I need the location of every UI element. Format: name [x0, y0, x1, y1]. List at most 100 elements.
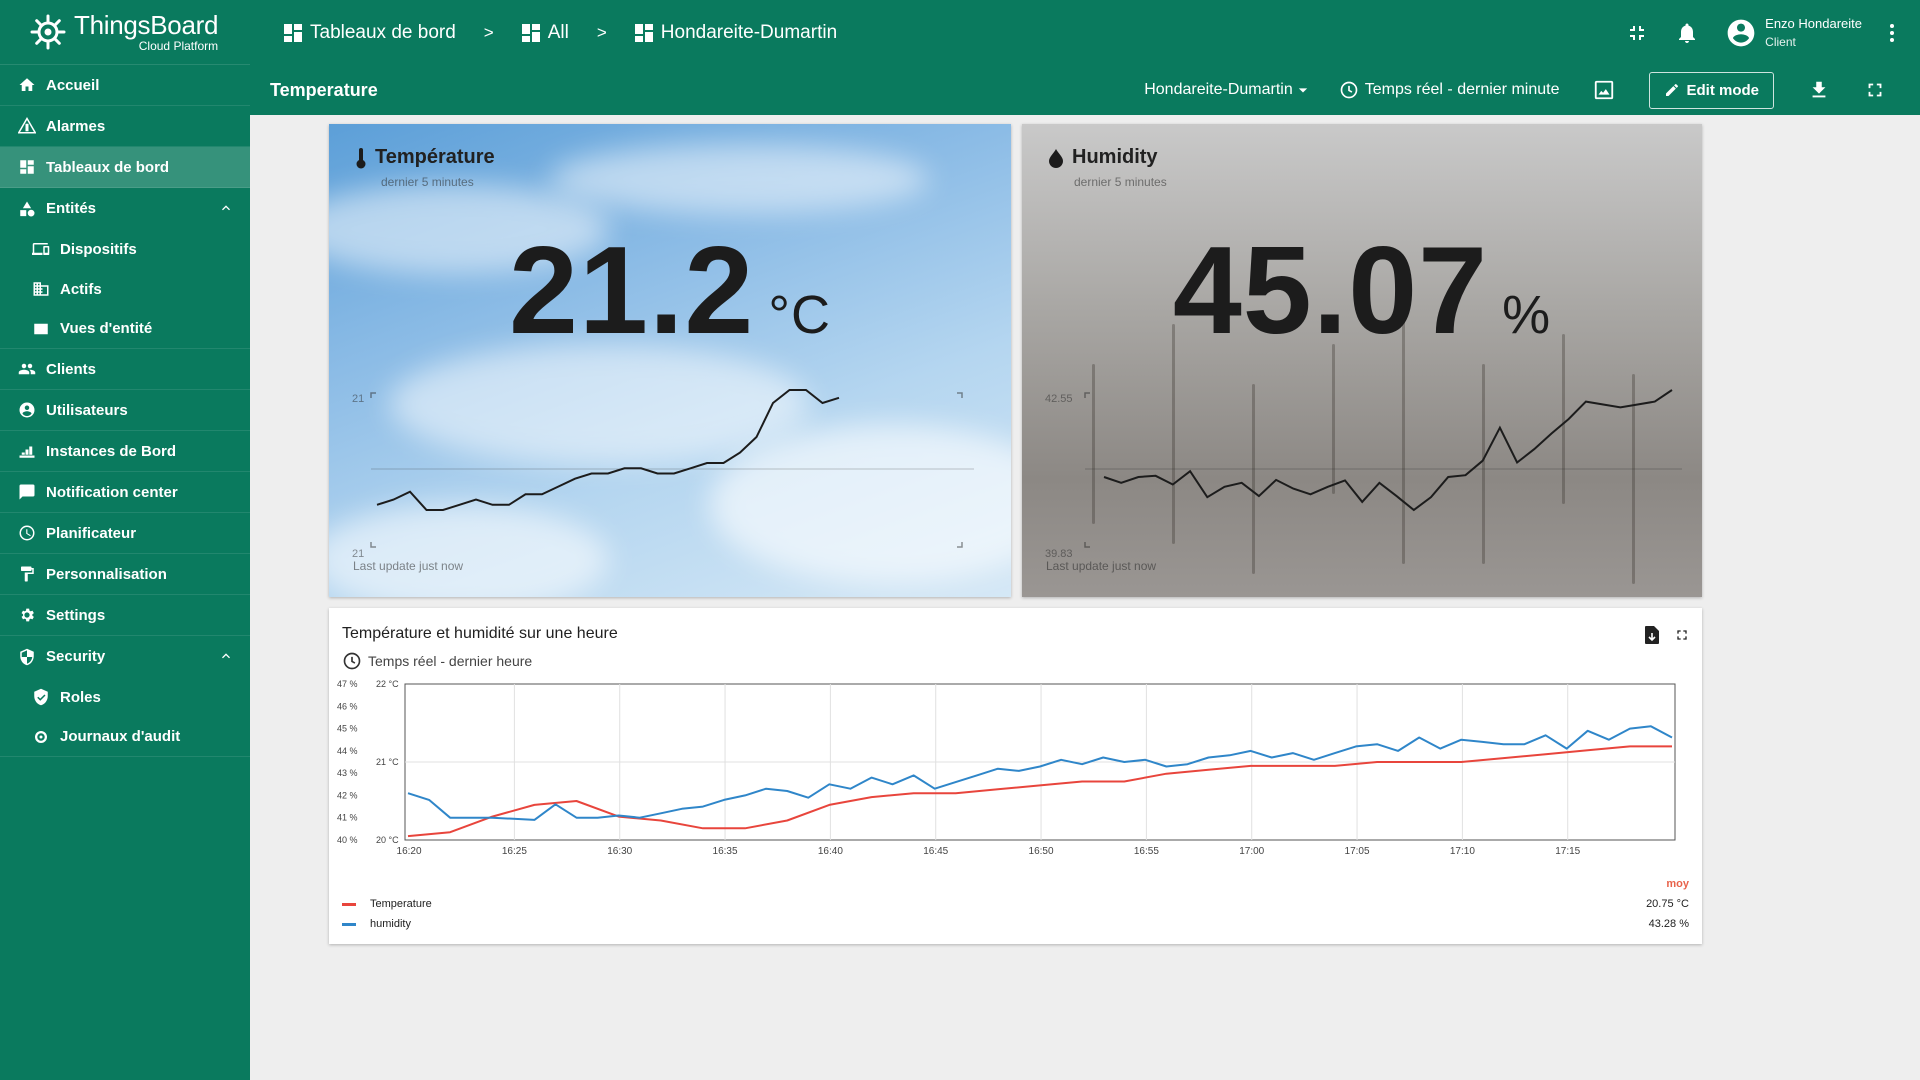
- dashboard-layouts-icon[interactable]: [1593, 79, 1615, 101]
- chart-timewindow: Temps réel - dernier heure: [342, 651, 532, 671]
- sidebar-item-dispositifs[interactable]: Dispositifs: [0, 229, 250, 269]
- top-bar: Tableaux de bord > All > Hondareite-Duma…: [250, 0, 1920, 65]
- humidity-value: 45.07%: [1022, 220, 1702, 362]
- sidebar-item-label: Tableaux de bord: [46, 158, 170, 176]
- user-name: Enzo Hondareite: [1765, 16, 1862, 31]
- breadcrumb-all[interactable]: All: [521, 21, 569, 44]
- sidebar-item-label: Actifs: [60, 280, 102, 298]
- x-tick-label: 16:40: [818, 846, 843, 857]
- sidebar-item-utilisateurs[interactable]: Utilisateurs: [0, 390, 250, 431]
- clients-icon: [18, 363, 36, 375]
- temperature-subtitle: dernier 5 minutes: [381, 175, 474, 189]
- notification-center-icon: [19, 484, 35, 500]
- y-left-tick-label: 40 %: [337, 835, 358, 845]
- x-tick-label: 16:20: [397, 846, 422, 857]
- entities-icon: [20, 201, 35, 216]
- dashboard-icon: [20, 160, 34, 174]
- sidebar-item-alarmes[interactable]: Alarmes: [0, 106, 250, 147]
- temperature-title-text: Température: [375, 146, 495, 168]
- legend-item[interactable]: humidity 43.28 %: [342, 914, 1689, 934]
- temperature-spark-line: [376, 389, 840, 511]
- clock-icon: [1340, 81, 1358, 99]
- y-temp-tick-label: 22 °C: [376, 679, 399, 689]
- sidebar-item-journaux-d-audit[interactable]: Journaux d'audit: [0, 717, 250, 757]
- edit-mode-label: Edit mode: [1686, 81, 1759, 99]
- breadcrumb-separator: >: [596, 22, 607, 42]
- y-left-tick-label: 42 %: [337, 790, 358, 800]
- sidebar-item-label: Roles: [60, 688, 101, 706]
- notifications-bell-icon[interactable]: [1675, 21, 1699, 45]
- sidebar-item-label: Accueil: [46, 76, 100, 94]
- dashboard-icon: [521, 23, 540, 42]
- humidity-sparkline: 42.55 39.83: [1045, 389, 1682, 560]
- sidebar-item-instances-de-bord[interactable]: Instances de Bord: [0, 431, 250, 472]
- breadcrumb-current-dashboard[interactable]: Hondareite-Dumartin: [634, 22, 837, 44]
- sidebar-item-accueil[interactable]: Accueil: [0, 65, 250, 106]
- fullscreen-icon[interactable]: [1864, 79, 1886, 101]
- brand-logo[interactable]: ThingsBoard Cloud Platform: [0, 0, 250, 65]
- chart-title: Température et humidité sur une heure: [342, 625, 618, 642]
- humidity-last-update: Last update just now: [1046, 559, 1157, 573]
- y-left-tick-label: 44 %: [337, 746, 358, 756]
- chevron-up-icon[interactable]: [218, 200, 234, 216]
- sidebar-item-label: Utilisateurs: [46, 401, 128, 419]
- settings-icon: [21, 608, 34, 622]
- legend-swatch-temperature: [342, 902, 356, 906]
- chart-legend: moy Temperature 20.75 °C humidity 43.28 …: [342, 878, 1689, 934]
- sidebar-item-vues-d-entite[interactable]: Vues d'entité: [0, 309, 250, 349]
- timeseries-chart-card: Température et humidité sur une heure Te…: [329, 608, 1702, 944]
- legend-value: 20.75 °C: [1646, 898, 1689, 910]
- sidebar-item-settings[interactable]: Settings: [0, 595, 250, 636]
- sidebar-item-label: Journaux d'audit: [60, 728, 181, 745]
- temperature-axis-max: 21: [352, 393, 364, 405]
- user-menu[interactable]: Enzo Hondareite Client: [1725, 16, 1862, 49]
- audit-logs-icon: [35, 730, 47, 743]
- x-tick-label: 16:50: [1029, 846, 1054, 857]
- export-file-icon[interactable]: [1644, 626, 1660, 644]
- main-line-chart: 16:20 16:25 16:30 16:35 16:40 16:45 16:50 16:55…: [337, 679, 1676, 857]
- download-icon[interactable]: [1808, 79, 1830, 101]
- temperature-number: 21.2: [509, 222, 755, 360]
- legend-header: moy: [1666, 878, 1689, 890]
- sidebar-item-label: Security: [46, 648, 106, 665]
- chart-fullscreen-icon[interactable]: [1674, 626, 1690, 644]
- sidebar-item-security[interactable]: Security: [0, 636, 250, 677]
- chart-timewindow-label: Temps réel - dernier heure: [368, 653, 533, 669]
- legend-value: 43.28 %: [1648, 918, 1689, 930]
- chevron-up-icon[interactable]: [218, 648, 234, 664]
- more-vert-icon[interactable]: [1882, 21, 1902, 45]
- sidebar-item-actifs[interactable]: Actifs: [0, 269, 250, 309]
- y-temp-tick-label: 20 °C: [376, 835, 399, 845]
- sidebar-item-personnalisation[interactable]: Personnalisation: [0, 554, 250, 595]
- x-tick-label: 16:45: [923, 846, 948, 857]
- temperature-sparkline: 21 21: [352, 389, 974, 560]
- humidity-subtitle: dernier 5 minutes: [1074, 175, 1167, 189]
- timewindow-button[interactable]: Temps réel - dernier minute: [1339, 80, 1559, 100]
- dashboard-toolbar: Temperature Hondareite-Dumartin Temps ré…: [250, 65, 1920, 115]
- humidity-unit: %: [1502, 285, 1552, 345]
- sidebar-item-clients[interactable]: Clients: [0, 349, 250, 390]
- x-tick-label: 16:25: [502, 846, 527, 857]
- legend-item[interactable]: Temperature 20.75 °C: [342, 894, 1689, 914]
- sidebar-item-tableaux-de-bord[interactable]: Tableaux de bord: [0, 147, 250, 188]
- edit-pencil-icon: [1666, 83, 1679, 96]
- sidebar-item-notification-center[interactable]: Notification center: [0, 472, 250, 513]
- water-drop-icon: [1049, 148, 1063, 168]
- sidebar-item-label: Vues d'entité: [60, 320, 153, 337]
- breadcrumb-separator: >: [483, 22, 494, 42]
- x-tick-label: 16:30: [607, 846, 632, 857]
- temperature-last-update: Last update just now: [353, 559, 464, 573]
- sidebar-item-planificateur[interactable]: Planificateur: [0, 513, 250, 554]
- breadcrumb-label: Tableaux de bord: [310, 21, 456, 43]
- breadcrumb-dashboards[interactable]: Tableaux de bord: [284, 22, 456, 44]
- temperature-axis-corners: [370, 392, 963, 548]
- entity-alias-select[interactable]: Hondareite-Dumartin: [1144, 80, 1313, 100]
- exit-fullscreen-icon[interactable]: [1625, 21, 1649, 45]
- scheduler-icon: [19, 525, 35, 541]
- sidebar-item-roles[interactable]: Roles: [0, 677, 250, 717]
- thermometer-icon: [356, 147, 366, 168]
- breadcrumb-label: All: [547, 21, 569, 43]
- edit-mode-button[interactable]: Edit mode: [1649, 71, 1774, 109]
- sidebar-item-entites[interactable]: Entités: [0, 188, 250, 229]
- edge-instances-icon: [19, 446, 35, 458]
